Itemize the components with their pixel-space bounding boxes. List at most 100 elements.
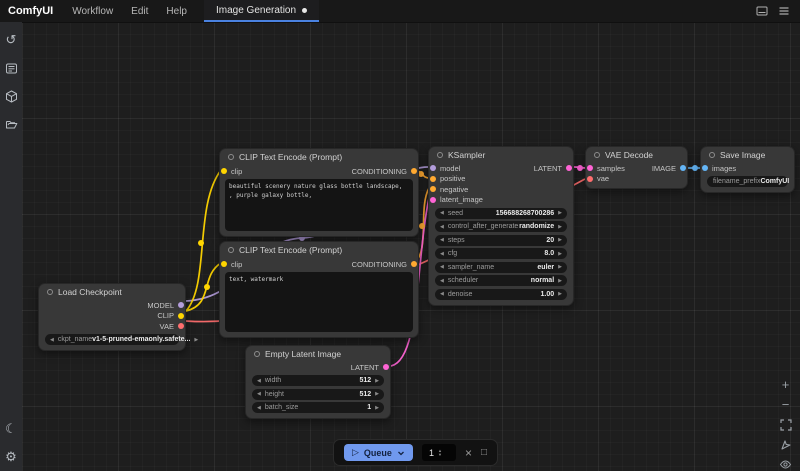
seed-widget[interactable]: ◀seed 156688268700286▶ [435, 208, 567, 219]
port-dot-latent[interactable] [430, 197, 436, 203]
collapse-dot-icon[interactable] [47, 289, 53, 295]
port-dot-vae[interactable] [178, 323, 184, 329]
theme-toggle-icon[interactable]: ☾ [0, 415, 22, 443]
collapse-dot-icon[interactable] [228, 247, 234, 253]
workflows-folder-icon[interactable] [0, 110, 22, 138]
cfg-widget[interactable]: ◀cfg 8.0▶ [435, 248, 567, 259]
panel-toggle-icon[interactable] [756, 5, 768, 17]
output-model[interactable]: MODEL [39, 300, 185, 311]
node-clip-text-encode-positive[interactable]: CLIP Text Encode (Prompt) clip CONDITION… [219, 148, 419, 237]
prompt-text-field[interactable]: text, watermark [225, 272, 413, 332]
node-title-bar[interactable]: KSampler [429, 147, 573, 163]
input-model[interactable]: model [429, 163, 486, 174]
output-image[interactable]: IMAGE [649, 163, 687, 184]
run-count-input[interactable]: 1 ▲▼ [422, 444, 456, 461]
width-widget[interactable]: ◀width 512▶ [252, 375, 384, 386]
next-arrow-icon[interactable]: ▶ [558, 291, 562, 297]
node-ksampler[interactable]: KSampler model positive negative lat [428, 146, 574, 306]
prev-arrow-icon[interactable]: ◀ [440, 237, 444, 243]
prev-arrow-icon[interactable]: ◀ [440, 278, 444, 284]
port-dot-latent[interactable] [587, 165, 593, 171]
port-dot-latent[interactable] [566, 165, 572, 171]
input-latent-image[interactable]: latent_image [429, 195, 486, 206]
node-vae-decode[interactable]: VAE Decode samples vae IMAGE [585, 146, 688, 189]
select-mode-button[interactable] [777, 436, 794, 453]
sampler-name-widget[interactable]: ◀sampler_name euler▶ [435, 262, 567, 273]
node-save-image[interactable]: Save Image images filename_prefix ComfyU… [700, 146, 795, 193]
input-clip[interactable]: clip [220, 166, 245, 177]
prev-arrow-icon[interactable]: ◀ [440, 251, 444, 257]
next-arrow-icon[interactable]: ▶ [194, 337, 198, 343]
port-dot-image[interactable] [680, 165, 686, 171]
toggle-link-visibility-button[interactable] [777, 456, 794, 471]
input-samples[interactable]: samples [586, 163, 628, 174]
model-library-icon[interactable] [0, 82, 22, 110]
zoom-out-button[interactable]: − [777, 396, 794, 413]
queue-button[interactable]: ▷ Queue [344, 444, 413, 461]
app-logo[interactable]: ComfyUI [0, 0, 63, 22]
next-arrow-icon[interactable]: ▶ [375, 378, 379, 384]
node-title-bar[interactable]: CLIP Text Encode (Prompt) [220, 242, 418, 258]
settings-icon[interactable]: ⚙ [0, 443, 22, 471]
input-images[interactable]: images [701, 163, 794, 174]
collapse-dot-icon[interactable] [228, 154, 234, 160]
prev-arrow-icon[interactable]: ◀ [440, 264, 444, 270]
prev-arrow-icon[interactable]: ◀ [440, 210, 444, 216]
prev-arrow-icon[interactable]: ◀ [440, 224, 444, 230]
port-dot-clip[interactable] [178, 313, 184, 319]
menu-workflow[interactable]: Workflow [63, 0, 122, 22]
port-dot-conditioning[interactable] [430, 186, 436, 192]
history-icon[interactable]: ↺ [0, 26, 22, 54]
prev-arrow-icon[interactable]: ◀ [257, 405, 261, 411]
next-arrow-icon[interactable]: ▶ [558, 264, 562, 270]
scheduler-widget[interactable]: ◀scheduler normal▶ [435, 275, 567, 286]
filename-prefix-widget[interactable]: filename_prefix ComfyUI [707, 176, 788, 187]
chevron-down-icon[interactable] [397, 449, 405, 457]
input-vae[interactable]: vae [586, 174, 628, 185]
batch-size-widget[interactable]: ◀batch_size 1▶ [252, 402, 384, 413]
next-arrow-icon[interactable]: ▶ [558, 251, 562, 257]
node-title-bar[interactable]: Empty Latent Image [246, 346, 390, 362]
prompt-text-field[interactable]: beautiful scenery nature glass bottle la… [225, 179, 413, 231]
next-arrow-icon[interactable]: ▶ [558, 224, 562, 230]
port-dot-clip[interactable] [221, 261, 227, 267]
input-clip[interactable]: clip [220, 259, 245, 270]
port-dot-model[interactable] [430, 165, 436, 171]
output-vae[interactable]: VAE [39, 321, 185, 332]
clear-queue-icon[interactable]: × [465, 446, 472, 460]
menu-edit[interactable]: Edit [122, 0, 157, 22]
collapse-dot-icon[interactable] [594, 152, 600, 158]
next-arrow-icon[interactable]: ▶ [558, 237, 562, 243]
port-dot-conditioning[interactable] [430, 176, 436, 182]
output-conditioning[interactable]: CONDITIONING [349, 166, 418, 177]
node-title-bar[interactable]: CLIP Text Encode (Prompt) [220, 149, 418, 165]
node-clip-text-encode-negative[interactable]: CLIP Text Encode (Prompt) clip CONDITION… [219, 241, 419, 338]
control-after-generate-widget[interactable]: ◀control_after_generate randomize▶ [435, 221, 567, 232]
collapse-dot-icon[interactable] [709, 152, 715, 158]
port-dot-conditioning[interactable] [411, 168, 417, 174]
port-dot-model[interactable] [178, 302, 184, 308]
output-conditioning[interactable]: CONDITIONING [349, 259, 418, 270]
node-title-bar[interactable]: VAE Decode [586, 147, 687, 163]
output-clip[interactable]: CLIP [39, 311, 185, 322]
prev-arrow-icon[interactable]: ◀ [257, 378, 261, 384]
port-dot-vae[interactable] [587, 176, 593, 182]
prev-arrow-icon[interactable]: ◀ [257, 391, 261, 397]
denoise-widget[interactable]: ◀denoise 1.00▶ [435, 289, 567, 300]
menu-help[interactable]: Help [157, 0, 196, 22]
workflow-tab[interactable]: Image Generation [204, 0, 319, 22]
prev-arrow-icon[interactable]: ◀ [440, 291, 444, 297]
collapse-dot-icon[interactable] [254, 351, 260, 357]
node-load-checkpoint[interactable]: Load Checkpoint MODEL CLIP VAE ◀ ckpt_na… [38, 283, 186, 351]
prev-arrow-icon[interactable]: ◀ [50, 337, 54, 343]
node-title-bar[interactable]: Load Checkpoint [39, 284, 185, 300]
output-latent[interactable]: LATENT [531, 163, 573, 174]
node-title-bar[interactable]: Save Image [701, 147, 794, 163]
ckpt-name-widget[interactable]: ◀ ckpt_name v1-5-pruned-emaonly.safete..… [45, 334, 179, 345]
next-arrow-icon[interactable]: ▶ [558, 210, 562, 216]
count-spinner[interactable]: ▲▼ [438, 449, 442, 457]
port-dot-conditioning[interactable] [411, 261, 417, 267]
collapse-dot-icon[interactable] [437, 152, 443, 158]
fit-view-button[interactable] [777, 416, 794, 433]
height-widget[interactable]: ◀height 512▶ [252, 389, 384, 400]
